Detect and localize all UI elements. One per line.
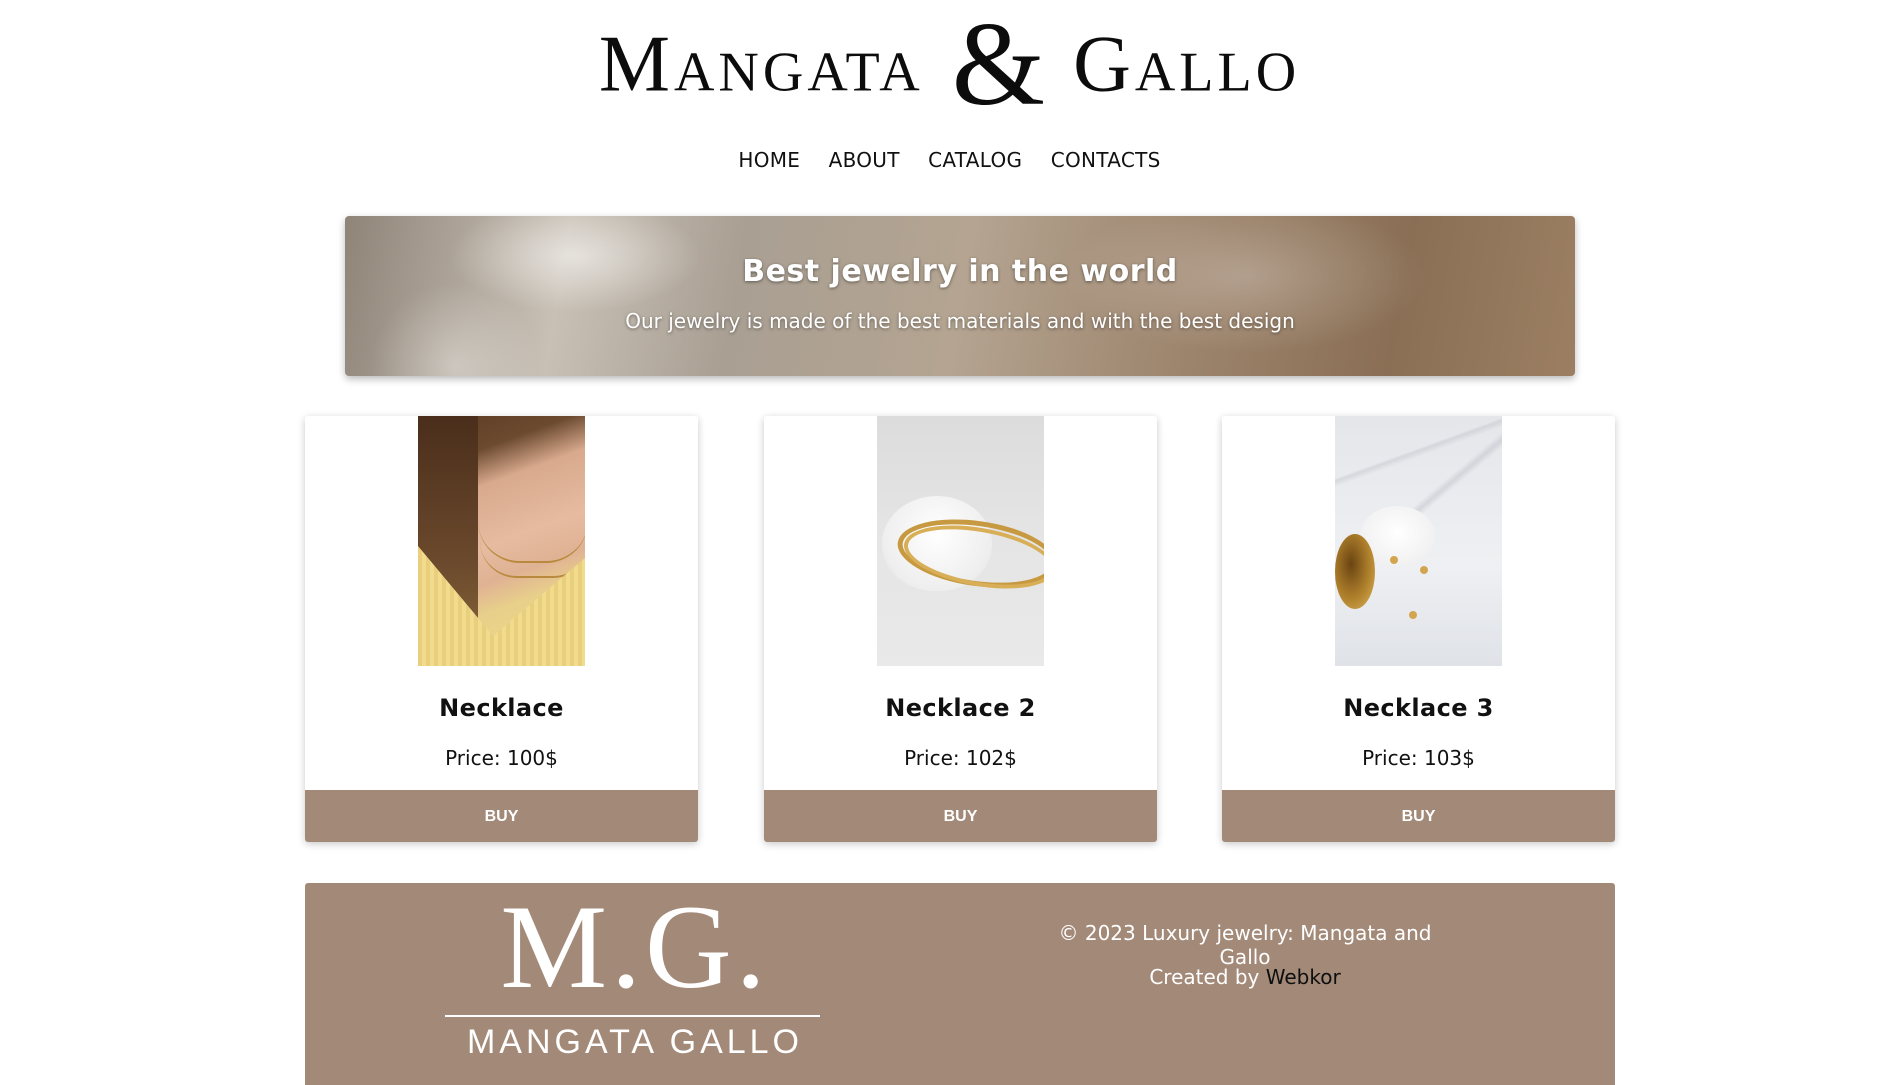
- logo-ampersand: &: [951, 0, 1046, 131]
- footer-credit: Created by Webkor: [1035, 965, 1455, 989]
- nav-about[interactable]: ABOUT: [829, 148, 900, 172]
- footer-credit-prefix: Created by: [1149, 965, 1266, 989]
- footer-logo-divider: [445, 1015, 820, 1017]
- product-price: Price: 102$: [904, 746, 1017, 770]
- buy-button[interactable]: BUY: [305, 790, 698, 842]
- nav-catalog[interactable]: CATALOG: [928, 148, 1022, 172]
- nav-contacts[interactable]: CONTACTS: [1051, 148, 1161, 172]
- product-card: Necklace Price: 100$ BUY: [305, 416, 698, 842]
- buy-button[interactable]: BUY: [1222, 790, 1615, 842]
- footer-logo-mark: M.G.: [500, 880, 770, 1013]
- product-name: Necklace 3: [1343, 694, 1494, 722]
- logo-word-right: Gallo: [1073, 20, 1301, 109]
- product-name: Necklace 2: [885, 694, 1036, 722]
- product-card: Necklace 3 Price: 103$ BUY: [1222, 416, 1615, 842]
- main-nav: HOME ABOUT CATALOG CONTACTS: [0, 148, 1899, 172]
- product-image-necklace[interactable]: [418, 416, 585, 666]
- nav-home[interactable]: HOME: [738, 148, 800, 172]
- product-image-necklace-2[interactable]: [877, 416, 1044, 666]
- product-card: Necklace 2 Price: 102$ BUY: [764, 416, 1157, 842]
- logo-word-left: Mangata: [598, 20, 924, 109]
- footer-credit-link[interactable]: Webkor: [1266, 965, 1341, 989]
- product-image-necklace-3[interactable]: [1335, 416, 1502, 666]
- hero-banner: Best jewelry in the world Our jewelry is…: [345, 216, 1575, 376]
- footer-copyright: © 2023 Luxury jewelry: Mangata and Gallo: [1058, 921, 1432, 969]
- site-footer: M.G. MANGATA GALLO © 2023 Luxury jewelry…: [305, 883, 1615, 1085]
- site-logo[interactable]: Mangata & Gallo: [0, 4, 1899, 124]
- product-price: Price: 100$: [445, 746, 558, 770]
- buy-button[interactable]: BUY: [764, 790, 1157, 842]
- product-price: Price: 103$: [1362, 746, 1475, 770]
- product-name: Necklace: [439, 694, 564, 722]
- banner-subtitle: Our jewelry is made of the best material…: [625, 309, 1295, 333]
- banner-title: Best jewelry in the world: [742, 254, 1178, 289]
- footer-logo-subtitle: MANGATA GALLO: [466, 1023, 804, 1061]
